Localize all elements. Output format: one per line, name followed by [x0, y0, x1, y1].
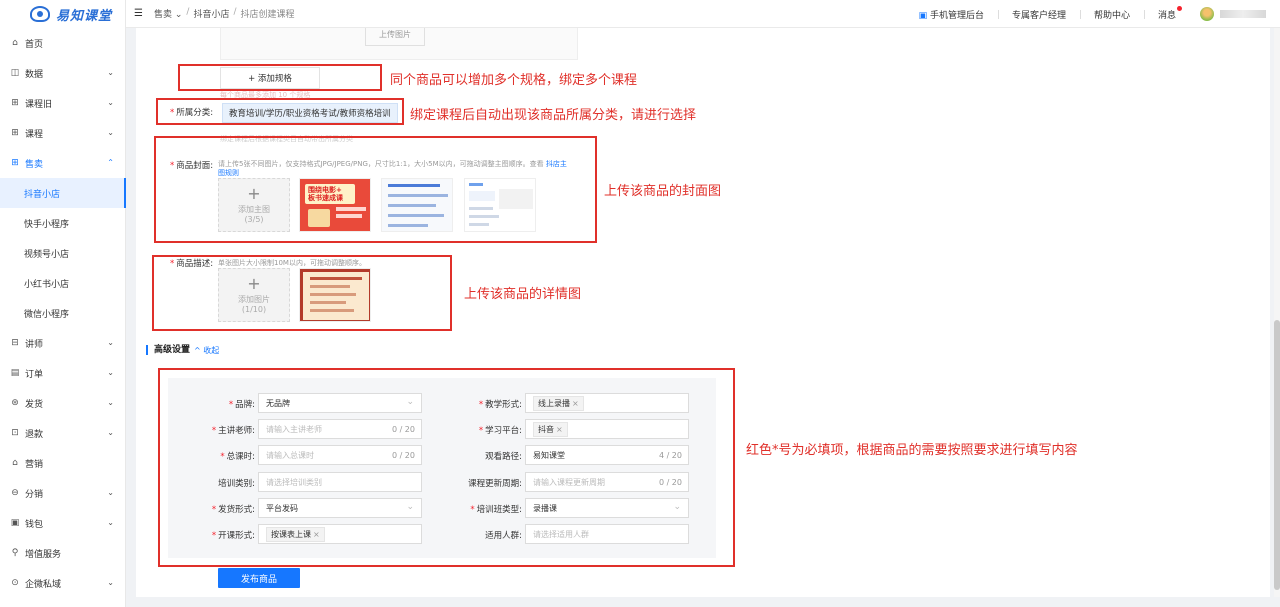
refund-icon: ⊡ [11, 428, 19, 438]
sidebar-item-label: 课程 [25, 129, 44, 140]
chevron-down-icon: ⌄ [107, 338, 114, 347]
chevron-down-icon: ⌄ [107, 428, 114, 437]
sidebar-item-3[interactable]: ⊞ 课程 ⌄ [0, 118, 126, 148]
sidebar-subitem-6[interactable]: 快手小程序 [0, 208, 126, 238]
sidebar-item-0[interactable]: ⌂ 首页 [0, 28, 126, 58]
chevron-down-icon: ⌄ [107, 368, 114, 377]
sidebar-item-1[interactable]: ◫ 数据 ⌄ [0, 58, 126, 88]
sidebar-item-11[interactable]: ▤ 订单 ⌄ [0, 358, 126, 388]
upload-image-button[interactable]: 上传图片 [365, 28, 425, 46]
sidebar-item-label: 钱包 [25, 519, 44, 530]
breadcrumb-item[interactable]: 抖音小店 [193, 7, 229, 20]
sidebar-item-16[interactable]: ▣ 钱包 ⌄ [0, 508, 126, 538]
annotation-description: 上传该商品的详情图 [464, 287, 582, 302]
annotation-cover: 上传该商品的封面图 [604, 184, 722, 199]
sidebar-item-label: 首页 [25, 39, 44, 50]
annotation-box-category [156, 98, 404, 125]
marketing-icon: ⌂ [12, 458, 18, 468]
sidebar-item-18[interactable]: ⊙ 企微私域 ⌄ [0, 568, 126, 598]
chevron-down-icon: ⌄ [107, 398, 114, 407]
sidebar-item-label: 数据 [25, 69, 44, 80]
advanced-settings-title: 高级设置 [146, 345, 190, 355]
sidebar-item-2[interactable]: ⊞ 课程旧 ⌄ [0, 88, 126, 118]
username-redacted[interactable] [1220, 10, 1266, 18]
sidebar: 易知课堂 ⌂ 首页 ◫ 数据 ⌄ ⊞ 课程旧 ⌄ ⊞ 课程 ⌄ ⊞ 售卖 ⌃ 抖音小店快手小程序视频号小店小… [0, 0, 126, 607]
sidebar-item-17[interactable]: ⚲ 增值服务 [0, 538, 126, 568]
sidebar-subitem-5[interactable]: 抖音小店 [0, 178, 126, 208]
brand-logo[interactable]: 易知课堂 [0, 0, 125, 28]
breadcrumb-current: 抖店创建课程 [240, 10, 295, 20]
chevron-down-icon: ⌄ [107, 128, 114, 137]
sidebar-item-label: 微信小程序 [24, 309, 70, 320]
sidebar-item-label: 增值服务 [25, 549, 62, 560]
sidebar-item-label: 订单 [25, 369, 44, 380]
data-icon: ◫ [10, 68, 20, 78]
annotation-advanced: 红色*号为必填项，根据商品的需要按照要求进行填写内容 [746, 443, 1078, 458]
sidebar-item-13[interactable]: ⊡ 退款 ⌄ [0, 418, 126, 448]
messages-link[interactable]: 消息 [1143, 5, 1190, 21]
sidebar-item-label: 抖音小店 [24, 189, 61, 200]
collapse-toggle[interactable]: ^ 收起 [194, 345, 219, 356]
chevron-down-icon: ⌄ [107, 68, 114, 77]
sidebar-item-label: 发货 [25, 399, 44, 410]
chevron-down-icon: ⌄ [107, 578, 114, 587]
publish-button[interactable]: 发布商品 [218, 568, 300, 588]
annotation-box-spec [178, 64, 382, 91]
account-manager-link[interactable]: 专属客户经理 [997, 8, 1080, 21]
sidebar-item-label: 快手小程序 [24, 219, 70, 230]
spec-image-upload: 上传图片 [220, 28, 578, 60]
avatar[interactable] [1200, 7, 1214, 21]
breadcrumb: 售卖 ⌄ / 抖音小店 / 抖店创建课程 [154, 7, 295, 20]
chevron-down-icon: ⌄ [107, 98, 114, 107]
annotation-spec: 同个商品可以增加多个规格，绑定多个课程 [390, 73, 638, 88]
grid-icon: ⊞ [11, 128, 19, 138]
wecom-icon: ⊙ [11, 578, 19, 588]
distribution-icon: ⊖ [11, 488, 19, 498]
sidebar-item-label: 讲师 [25, 339, 44, 350]
teacher-icon: ⊟ [11, 338, 19, 348]
delivery-icon: ⊛ [11, 398, 19, 408]
main-content: 上传图片 + 添加规格 每个商品最多添加 10 个规格 同个商品可以增加多个规格… [136, 28, 1270, 597]
menu-toggle-icon[interactable]: ☰ [134, 8, 146, 19]
chevron-down-icon: ⌄ [107, 518, 114, 527]
mobile-admin-link[interactable]: ▣ 手机管理后台 [905, 8, 998, 21]
sidebar-item-10[interactable]: ⊟ 讲师 ⌄ [0, 328, 126, 358]
sidebar-item-4[interactable]: ⊞ 售卖 ⌃ [0, 148, 126, 178]
logo-icon [30, 6, 50, 22]
top-header: ☰ 售卖 ⌄ / 抖音小店 / 抖店创建课程 ▣ 手机管理后台 专属客户经理 帮… [126, 0, 1280, 28]
unread-dot [1177, 5, 1182, 11]
order-icon: ▤ [10, 368, 20, 378]
sidebar-item-label: 营销 [25, 459, 44, 470]
location-icon: ⚲ [11, 548, 19, 558]
sidebar-item-label: 视频号小店 [24, 249, 70, 260]
sidebar-subitem-8[interactable]: 小红书小店 [0, 268, 126, 298]
sidebar-item-14[interactable]: ⌂ 营销 [0, 448, 126, 478]
annotation-category: 绑定课程后自动出现该商品所属分类，请进行选择 [410, 108, 697, 123]
annotation-box-advanced [158, 368, 735, 567]
sidebar-item-label: 分销 [25, 489, 44, 500]
sidebar-item-label: 售卖 [25, 159, 44, 170]
grid-icon: ⊞ [11, 98, 19, 108]
annotation-box-description [152, 255, 452, 331]
mobile-icon: ▣ [918, 10, 930, 21]
annotation-box-cover [154, 136, 597, 243]
sidebar-subitem-7[interactable]: 视频号小店 [0, 238, 126, 268]
sidebar-item-label: 小红书小店 [24, 279, 70, 290]
scrollbar-thumb[interactable] [1274, 320, 1280, 590]
chevron-down-icon: ⌄ [107, 488, 114, 497]
logo-text: 易知课堂 [56, 8, 113, 24]
breadcrumb-item[interactable]: 售卖 ⌄ [154, 7, 182, 20]
sidebar-item-label: 退款 [25, 429, 44, 440]
chevron-up-icon: ⌃ [107, 158, 114, 167]
shop-icon: ⊞ [11, 158, 19, 168]
home-icon: ⌂ [12, 38, 18, 48]
sidebar-subitem-9[interactable]: 微信小程序 [0, 298, 126, 328]
sidebar-item-label: 企微私域 [25, 579, 62, 590]
sidebar-item-label: 课程旧 [25, 99, 53, 110]
sidebar-item-15[interactable]: ⊖ 分销 ⌄ [0, 478, 126, 508]
wallet-icon: ▣ [10, 518, 20, 528]
help-center-link[interactable]: 帮助中心 [1079, 8, 1144, 21]
sidebar-item-12[interactable]: ⊛ 发货 ⌄ [0, 388, 126, 418]
